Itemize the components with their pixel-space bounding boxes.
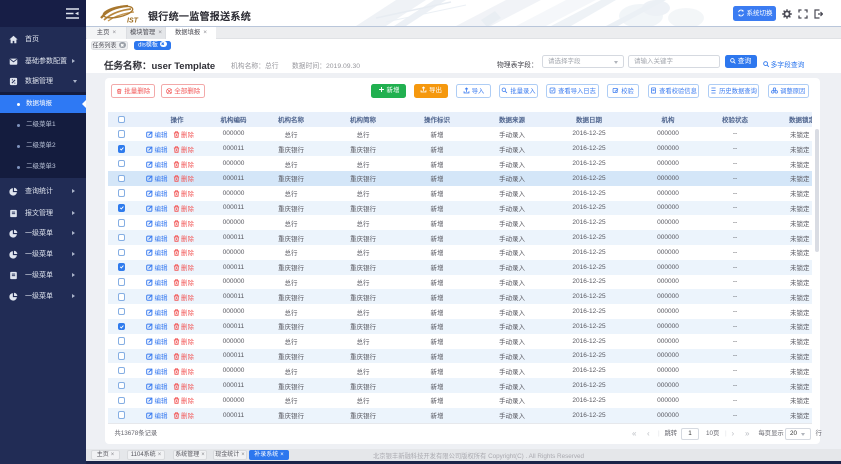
svg-text:IST: IST xyxy=(127,18,139,25)
